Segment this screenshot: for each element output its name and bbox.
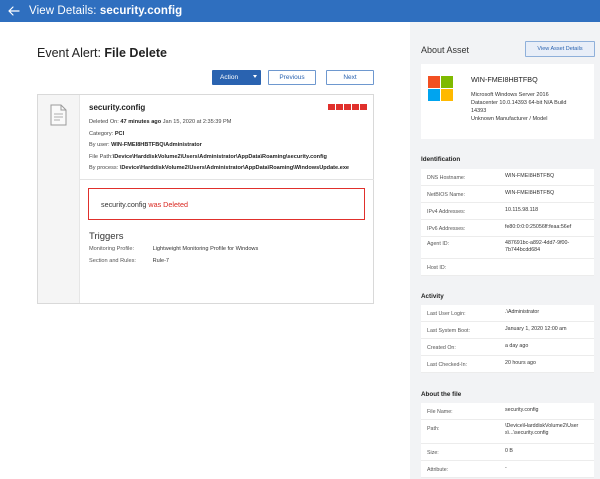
divider (80, 179, 374, 180)
kv-row: Last System Boot: January 1, 2020 12:00 a… (421, 322, 594, 339)
previous-button[interactable]: Previous (268, 70, 316, 85)
document-icon (50, 104, 67, 126)
severity-block (344, 104, 351, 110)
kv-row: IPv6 Addresses: fe80:0:0:0:25056ff:feaa:5… (421, 220, 594, 237)
identification-heading: Identification (421, 156, 461, 163)
about-asset-heading: About Asset (421, 45, 470, 55)
category-row: Category: PCI (89, 130, 125, 137)
view-asset-details-button[interactable]: View Asset Details (525, 41, 595, 57)
about-file-heading: About the file (421, 391, 462, 398)
back-button[interactable] (5, 2, 23, 20)
process-row: By process: \Device\HarddiskVolume2\User… (89, 165, 350, 171)
kv-row: NetBIOS Name: WIN-FMEI8HBTFBQ (421, 186, 594, 203)
severity-block (328, 104, 335, 110)
severity-indicator (328, 104, 367, 110)
kv-row: Last Checked-In: 20 hours ago (421, 356, 594, 373)
kv-row: DNS Hostname: WIN-FMEI8HBTFBQ (421, 169, 594, 186)
caret-down-icon (253, 75, 257, 78)
windows-logo-icon (428, 76, 453, 101)
kv-row: Size: 0 B (421, 444, 594, 461)
triggers-heading: Triggers (89, 231, 124, 242)
top-bar: View Details: security.config (0, 0, 600, 22)
file-name: security.config (89, 103, 146, 112)
event-alert-title: Event Alert: File Delete (37, 46, 167, 60)
deleted-on-row: Deleted On: 47 minutes ago Jan 15, 2020 … (89, 119, 232, 125)
deleted-alert-box: security.config was Deleted (88, 188, 365, 220)
user-row: By user: WIN-FMEI8HBTFBQ\Administrator (89, 142, 202, 148)
action-label: Action (220, 74, 239, 81)
kv-row: Host ID: (421, 259, 594, 276)
event-title-type: File Delete (104, 46, 167, 60)
page-title: View Details: security.config (29, 5, 182, 17)
kv-row: IPv4 Addresses: 10.115.98.118 (421, 203, 594, 220)
activity-heading: Activity (421, 293, 444, 300)
severity-block (360, 104, 367, 110)
kv-row: Path: \Device\HarddiskVolume2\User s\...\… (421, 420, 594, 444)
arrow-left-icon (8, 6, 20, 16)
event-card: security.config Deleted On: 47 minutes a… (37, 94, 374, 304)
next-button[interactable]: Next (326, 70, 374, 85)
section-rules-row: Section and Rules: Rule-7 (89, 258, 170, 264)
alert-file-name: security.config (101, 199, 147, 209)
event-title-prefix: Event Alert: (37, 46, 101, 60)
kv-row: Attribute: - (421, 461, 594, 478)
kv-row: Created On: a day ago (421, 339, 594, 356)
monitoring-profile-row: Monitoring Profile: Lightweight Monitori… (89, 246, 259, 252)
action-dropdown-button[interactable]: Action (212, 70, 261, 85)
kv-row: Agent ID: 487691bc-a892-4dd7-9f00-7b744bc… (421, 237, 594, 259)
severity-block (352, 104, 359, 110)
main-content: Event Alert: File Delete Action Previous… (0, 22, 410, 479)
event-meta: Deleted On: 47 minutes ago Jan 15, 2020 … (89, 117, 369, 175)
asset-card: WIN-FMEI8HBTFBQ Microsoft Windows Server… (421, 64, 594, 139)
asset-description: Microsoft Windows Server 2016 Datacenter… (471, 92, 567, 122)
asset-name: WIN-FMEI8HBTFBQ (471, 75, 538, 84)
severity-block (336, 104, 343, 110)
card-sidebar (38, 95, 80, 303)
page-title-prefix: View Details: (29, 5, 97, 17)
alert-status: was Deleted (148, 199, 188, 209)
card-body: security.config Deleted On: 47 minutes a… (89, 103, 369, 175)
kv-row: File Name: security.config (421, 403, 594, 420)
page-title-file: security.config (99, 5, 183, 17)
about-asset-panel: About Asset View Asset Details WIN-FMEI8… (410, 22, 600, 479)
file-path-row: File Path:\Device\HarddiskVolume2\Users\… (89, 153, 327, 160)
kv-row: Last User Login: .\Administrator (421, 305, 594, 322)
